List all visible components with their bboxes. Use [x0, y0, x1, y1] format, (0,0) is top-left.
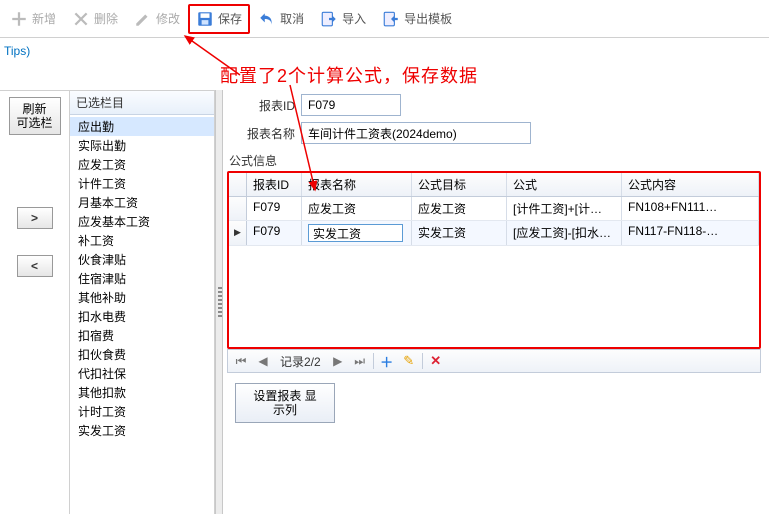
move-left-button[interactable]: <: [17, 255, 53, 277]
record-add-button[interactable]: ＋: [378, 352, 396, 370]
annotation-text: 配置了2个计算公式，保存数据: [220, 62, 478, 88]
selected-columns-list[interactable]: 应出勤实际出勤应发工资计件工资月基本工资应发基本工资补工资伙食津贴住宿津贴其他补…: [70, 115, 214, 514]
set-display-columns-button[interactable]: 设置报表 显 示列: [235, 383, 335, 423]
move-right-button[interactable]: >: [17, 207, 53, 229]
report-id-label: 报表ID: [223, 97, 301, 114]
list-item[interactable]: 补工资: [70, 231, 214, 250]
export-template-button[interactable]: 导出模板: [374, 4, 460, 34]
record-navigator: ⏮ ◀ 记录2/2 ▶ ⏭ ＋ ✎ ✕: [227, 349, 761, 373]
list-item[interactable]: 其他补助: [70, 288, 214, 307]
display-col-line1: 设置报表 显: [236, 389, 334, 403]
record-delete-button[interactable]: ✕: [427, 352, 445, 370]
record-next-button[interactable]: ▶: [329, 352, 347, 370]
edit-label: 修改: [156, 10, 180, 27]
table-cell[interactable]: F079: [247, 197, 302, 220]
save-label: 保存: [218, 10, 242, 27]
row-indicator: [229, 197, 247, 220]
report-name-label: 报表名称: [223, 125, 301, 142]
list-item[interactable]: 实发工资: [70, 421, 214, 440]
cancel-button[interactable]: 取消: [250, 4, 312, 34]
record-prev-button[interactable]: ◀: [254, 352, 272, 370]
export-template-label: 导出模板: [404, 10, 452, 27]
new-button[interactable]: 新增: [2, 4, 64, 34]
record-sep: [373, 353, 374, 369]
table-row[interactable]: F079应发工资应发工资[计件工资]+[计…FN108+FN111…: [229, 197, 759, 221]
list-item[interactable]: 应发基本工资: [70, 212, 214, 231]
pencil-icon: [134, 10, 152, 28]
record-last-button[interactable]: ⏭: [351, 352, 369, 370]
right-content: 报表ID 报表名称 公式信息 报表ID 报表名称 公式目标 公式 公式内容 F0…: [223, 90, 765, 514]
record-position: 记录2/2: [276, 353, 325, 370]
delete-button[interactable]: 删除: [64, 4, 126, 34]
import-icon: [320, 10, 338, 28]
formula-group-title: 公式信息: [229, 152, 765, 169]
table-cell[interactable]: 应发工资: [412, 197, 507, 220]
report-name-input[interactable]: [301, 122, 531, 144]
refresh-line1: 刷新: [10, 102, 60, 116]
selected-columns-title: 已选栏目: [70, 91, 214, 115]
left-controls: 刷新 可选栏 > <: [0, 90, 70, 514]
save-button[interactable]: 保存: [188, 4, 250, 34]
list-item[interactable]: 代扣社保: [70, 364, 214, 383]
table-cell[interactable]: 应发工资: [302, 197, 412, 220]
new-label: 新增: [32, 10, 56, 27]
table-cell[interactable]: 实发工资: [302, 221, 412, 245]
selected-columns-panel: 已选栏目 应出勤实际出勤应发工资计件工资月基本工资应发基本工资补工资伙食津贴住宿…: [70, 90, 215, 514]
undo-icon: [258, 10, 276, 28]
list-item[interactable]: 伙食津贴: [70, 250, 214, 269]
record-first-button[interactable]: ⏮: [232, 352, 250, 370]
record-edit-button[interactable]: ✎: [400, 352, 418, 370]
list-item[interactable]: 月基本工资: [70, 193, 214, 212]
report-id-input[interactable]: [301, 94, 401, 116]
grid-header-id[interactable]: 报表ID: [247, 173, 302, 196]
list-item[interactable]: 扣宿费: [70, 326, 214, 345]
grid-body[interactable]: F079应发工资应发工资[计件工资]+[计…FN108+FN111…F079实发…: [229, 197, 759, 347]
list-item[interactable]: 住宿津贴: [70, 269, 214, 288]
grid-header-name[interactable]: 报表名称: [302, 173, 412, 196]
refresh-line2: 可选栏: [10, 116, 60, 130]
list-item[interactable]: 应出勤: [70, 117, 214, 136]
table-cell[interactable]: 实发工资: [412, 221, 507, 245]
plus-icon: [10, 10, 28, 28]
main-toolbar: 新增 删除 修改 保存 取消 导入 导出模板: [0, 0, 769, 38]
formula-grid: 报表ID 报表名称 公式目标 公式 公式内容 F079应发工资应发工资[计件工资…: [227, 171, 761, 349]
refresh-options-button[interactable]: 刷新 可选栏: [9, 97, 61, 135]
edit-button[interactable]: 修改: [126, 4, 188, 34]
splitter-handle[interactable]: [215, 90, 223, 514]
save-icon: [196, 10, 214, 28]
record-sep2: [422, 353, 423, 369]
table-cell[interactable]: F079: [247, 221, 302, 245]
list-item[interactable]: 扣水电费: [70, 307, 214, 326]
table-row[interactable]: F079实发工资实发工资[应发工资]-[扣水…FN117-FN118-…: [229, 221, 759, 246]
table-cell[interactable]: [应发工资]-[扣水…: [507, 221, 622, 245]
list-item[interactable]: 扣伙食费: [70, 345, 214, 364]
list-item[interactable]: 其他扣款: [70, 383, 214, 402]
list-item[interactable]: 计件工资: [70, 174, 214, 193]
import-label: 导入: [342, 10, 366, 27]
import-button[interactable]: 导入: [312, 4, 374, 34]
grid-header-content[interactable]: 公式内容: [622, 173, 759, 196]
row-indicator: [229, 221, 247, 245]
table-cell[interactable]: [计件工资]+[计…: [507, 197, 622, 220]
export-icon: [382, 10, 400, 28]
list-item[interactable]: 应发工资: [70, 155, 214, 174]
list-item[interactable]: 实际出勤: [70, 136, 214, 155]
grid-header-rownum: [229, 173, 247, 196]
cancel-label: 取消: [280, 10, 304, 27]
tips-link[interactable]: Tips): [0, 38, 769, 64]
delete-label: 删除: [94, 10, 118, 27]
table-cell[interactable]: FN117-FN118-…: [622, 221, 759, 245]
display-col-line2: 示列: [236, 403, 334, 417]
grid-header-formula[interactable]: 公式: [507, 173, 622, 196]
x-icon: [72, 10, 90, 28]
grid-header-target[interactable]: 公式目标: [412, 173, 507, 196]
table-cell[interactable]: FN108+FN111…: [622, 197, 759, 220]
list-item[interactable]: 计时工资: [70, 402, 214, 421]
grid-header: 报表ID 报表名称 公式目标 公式 公式内容: [229, 173, 759, 197]
